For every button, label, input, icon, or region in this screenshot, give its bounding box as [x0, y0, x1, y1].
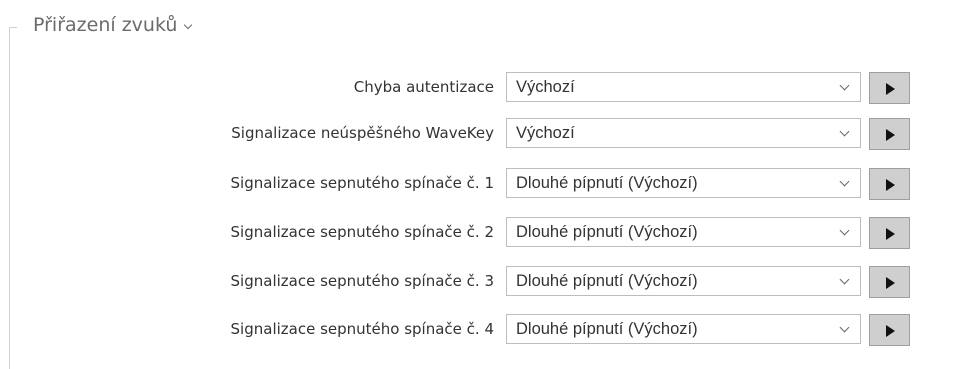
- sound-select-value: Dlouhé pípnutí (Výchozí): [516, 320, 698, 338]
- sound-select-value: Dlouhé pípnutí (Výchozí): [516, 223, 698, 241]
- row-label: Signalizace neúspěšného WaveKey: [231, 124, 494, 142]
- row-label: Signalizace sepnutého spínače č. 1: [230, 174, 494, 192]
- sound-select-value: Dlouhé pípnutí (Výchozí): [516, 174, 698, 192]
- sound-select[interactable]: Výchozí: [506, 72, 861, 102]
- sound-select[interactable]: Dlouhé pípnutí (Výchozí): [506, 168, 861, 198]
- sound-select[interactable]: Výchozí: [506, 118, 861, 148]
- row-label: Signalizace sepnutého spínače č. 4: [230, 320, 494, 338]
- section-frame-corner: [9, 27, 17, 28]
- chevron-down-icon[interactable]: [839, 274, 850, 285]
- play-icon: [886, 179, 895, 191]
- sound-select-value: Výchozí: [516, 124, 575, 142]
- row-label: Chyba autentizace: [353, 78, 494, 96]
- section-header[interactable]: Přiřazení zvuků: [33, 14, 193, 36]
- sound-row-switch-1: Signalizace sepnutého spínače č. 1 Dlouh…: [0, 168, 964, 200]
- play-button[interactable]: [869, 266, 910, 298]
- play-button[interactable]: [869, 72, 910, 104]
- play-icon: [886, 325, 895, 337]
- sound-row-switch-4: Signalizace sepnutého spínače č. 4 Dlouh…: [0, 314, 964, 346]
- chevron-down-icon[interactable]: [839, 322, 850, 333]
- row-label: Signalizace sepnutého spínače č. 3: [230, 272, 494, 290]
- sound-select[interactable]: Dlouhé pípnutí (Výchozí): [506, 217, 861, 247]
- play-button[interactable]: [869, 217, 910, 249]
- sound-row-authentication-error: Chyba autentizace Výchozí: [0, 72, 964, 104]
- chevron-down-icon[interactable]: [839, 80, 850, 91]
- section-title: Přiřazení zvuků: [33, 14, 178, 36]
- sound-select-value: Výchozí: [516, 78, 575, 96]
- sound-row-switch-2: Signalizace sepnutého spínače č. 2 Dlouh…: [0, 217, 964, 249]
- sound-row-switch-3: Signalizace sepnutého spínače č. 3 Dlouh…: [0, 266, 964, 298]
- play-icon: [886, 83, 895, 95]
- sound-select[interactable]: Dlouhé pípnutí (Výchozí): [506, 314, 861, 344]
- sound-select[interactable]: Dlouhé pípnutí (Výchozí): [506, 266, 861, 296]
- sound-select-value: Dlouhé pípnutí (Výchozí): [516, 272, 698, 290]
- chevron-down-icon[interactable]: [839, 126, 850, 137]
- play-button[interactable]: [869, 118, 910, 150]
- play-icon: [886, 277, 895, 289]
- play-icon: [886, 228, 895, 240]
- chevron-down-icon[interactable]: [839, 176, 850, 187]
- row-label: Signalizace sepnutého spínače č. 2: [230, 223, 494, 241]
- chevron-down-icon[interactable]: [839, 225, 850, 236]
- sound-row-wavekey-failure: Signalizace neúspěšného WaveKey Výchozí: [0, 118, 964, 150]
- play-button[interactable]: [869, 314, 910, 346]
- chevron-down-icon[interactable]: [184, 20, 193, 30]
- play-button[interactable]: [869, 168, 910, 200]
- play-icon: [886, 129, 895, 141]
